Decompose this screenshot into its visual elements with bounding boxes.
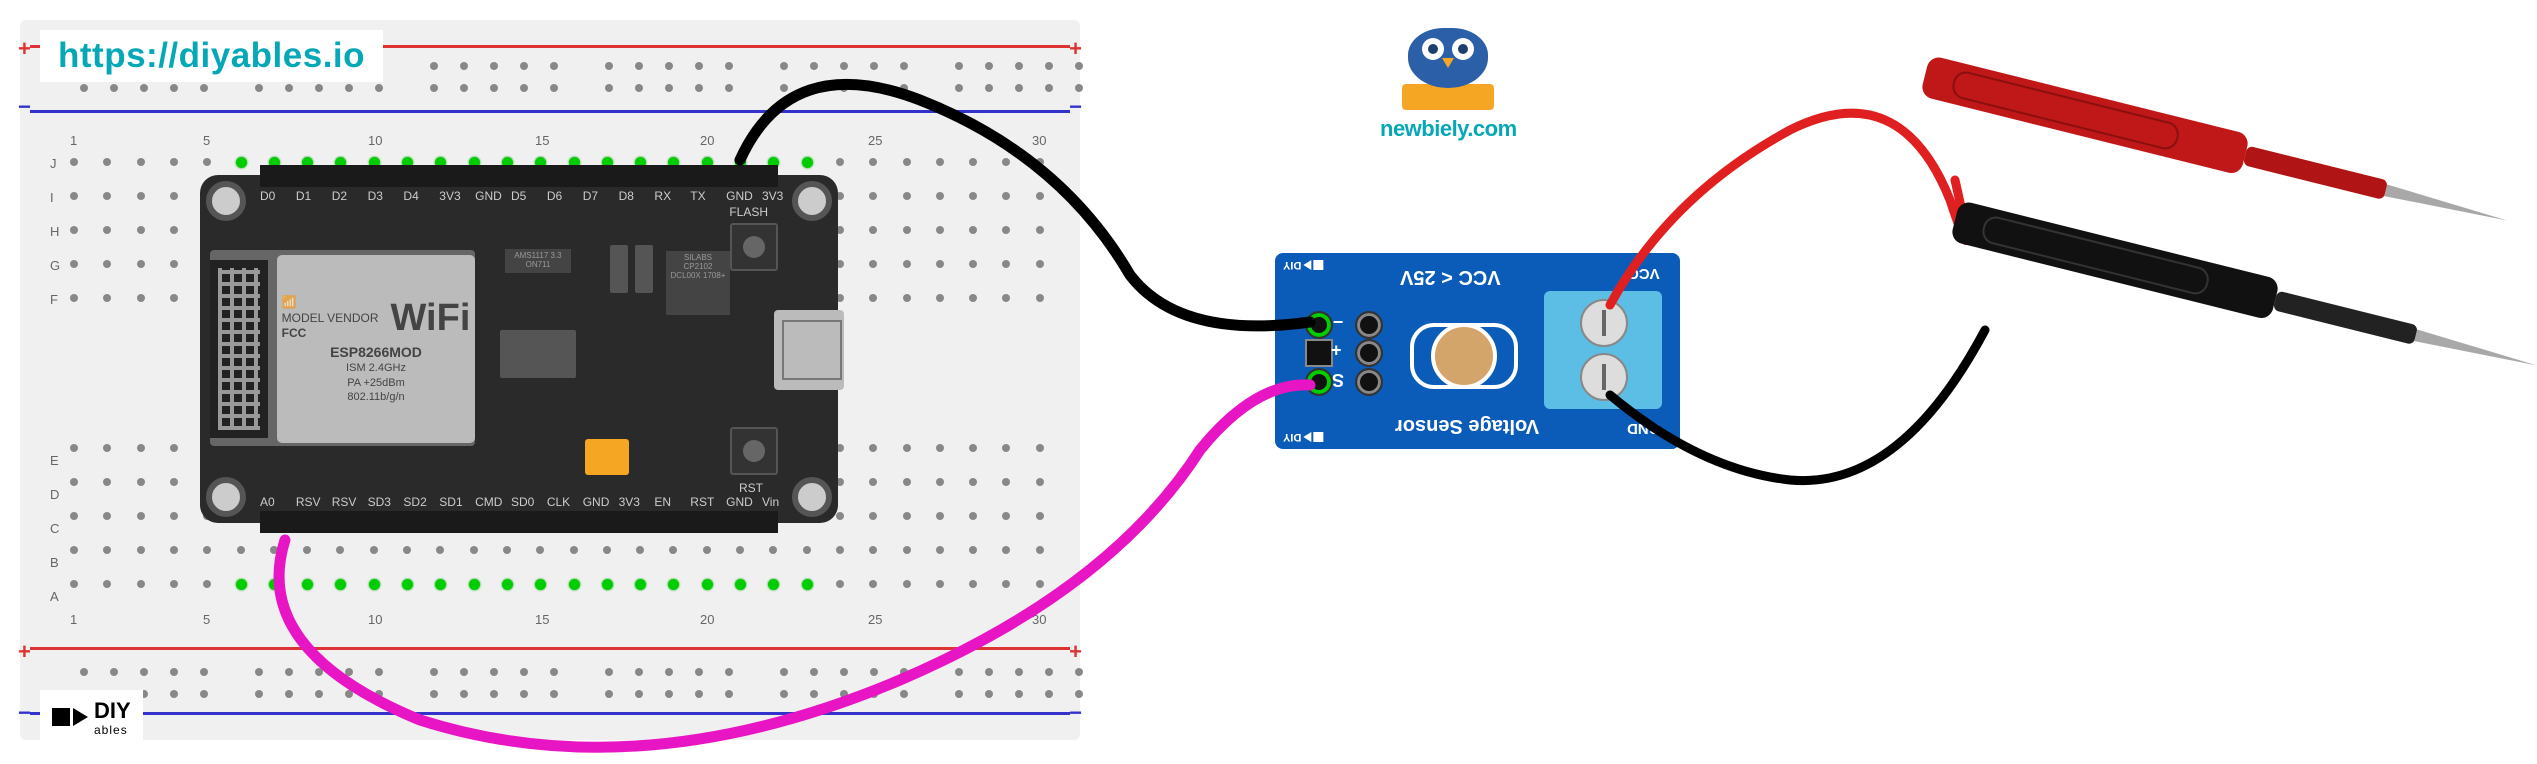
silabs-chip: SILABS CP2102 DCL00X 1708+ [666, 251, 730, 315]
power-rail-bot-neg [30, 712, 1070, 715]
pin-header-top [260, 165, 778, 187]
newbiely-logo: newbiely.com [1380, 28, 1516, 142]
power-rail-top-neg [30, 110, 1070, 113]
pin-minus-hole [1305, 311, 1333, 339]
wiring-diagram: + − + − + − + − 1 5 10 15 20 25 30 1 5 1… [0, 0, 2537, 764]
gnd-terminal [1580, 353, 1628, 401]
micro-usb-port [774, 310, 844, 390]
diy-badge-icon: DIY [1283, 259, 1323, 271]
pin-header-bottom [260, 511, 778, 533]
pin-s-hole [1305, 368, 1333, 396]
pin-plus-hole [1305, 339, 1333, 367]
sensor-title: Voltage Sensor [1395, 414, 1539, 437]
resistor-divider-icon [1410, 323, 1518, 389]
amber-component [585, 439, 629, 475]
owl-icon [1408, 28, 1488, 88]
ams-regulator: AMS1117 3.3 ON711 [505, 249, 571, 273]
reset-button [730, 427, 778, 475]
diyables-logo: DIYables [40, 690, 143, 744]
esp8266-nodemcu: D0D1D2D3D43V3GNDD5D6D7D8RXTXGND3V3 A0RSV… [200, 175, 838, 523]
esp-shield: 📶 MODEL VENDOR FCC WiFi ESP8266MOD ISM 2… [277, 255, 475, 443]
diy-badge-icon: DIY [1283, 431, 1323, 443]
antenna [210, 260, 268, 438]
diyables-url: https://diyables.io [40, 30, 383, 82]
voltage-sensor-module: Voltage Sensor VCC < 25V VCC GND − + S D… [1275, 253, 1680, 449]
diy-icon [52, 708, 88, 726]
wifi-icon: WiFi [391, 294, 471, 343]
power-rail-bot-pos [30, 647, 1070, 650]
flash-button [730, 223, 778, 271]
screw-terminals [1544, 291, 1662, 409]
vcc-terminal [1580, 299, 1628, 347]
sensor-warning: VCC < 25V [1400, 265, 1501, 288]
